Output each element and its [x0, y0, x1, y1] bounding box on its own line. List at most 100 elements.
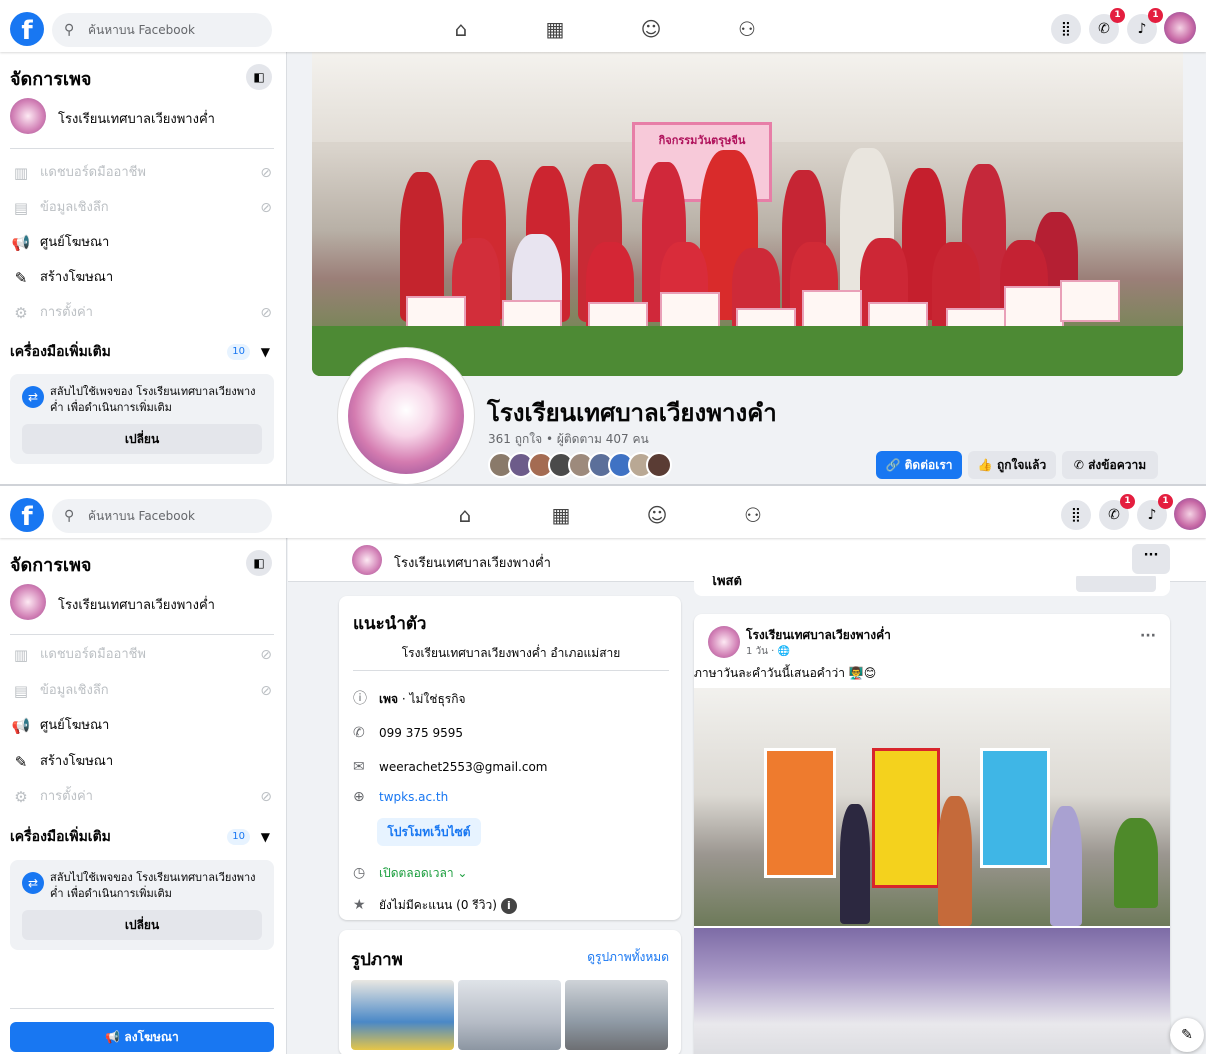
more-options-button[interactable]: ···: [1132, 544, 1170, 574]
intro-email[interactable]: weerachet2553@gmail.com: [379, 756, 547, 778]
intro-rating-row: ★ ยังไม่มีคะแนน (0 รีวิว) i: [353, 894, 517, 916]
sidebar-item-label: การตั้งค่า: [40, 305, 93, 320]
sign-board: [872, 748, 940, 888]
notifications-badge: 1: [1158, 494, 1173, 509]
divider: [10, 634, 274, 635]
photo-thumbnail[interactable]: [458, 980, 561, 1050]
post-image[interactable]: [694, 928, 1170, 1054]
sidebar-item-insights[interactable]: ▤ ข้อมูลเชิงลึก ⊘: [10, 674, 274, 708]
sidebar-item-insights[interactable]: ▤ ข้อมูลเชิงลึก ⊘: [10, 191, 274, 225]
see-all-photos-link[interactable]: ดูรูปภาพทั้งหมด: [587, 948, 669, 967]
menu-grid-icon[interactable]: ⣿: [1051, 14, 1081, 44]
cover-photo[interactable]: กิจกรรมวันตรุษจีน: [312, 52, 1183, 376]
friends-avatars[interactable]: [488, 452, 672, 478]
sidebar-item-ad-center[interactable]: 📢 ศูนย์โฆษณา: [10, 226, 274, 260]
search-input[interactable]: ⚲ ค้นหาบน Facebook: [52, 13, 272, 47]
intro-category-bold: เพจ: [379, 692, 399, 706]
post-author-avatar[interactable]: [708, 626, 740, 658]
switch-button[interactable]: เปลี่ยน: [22, 424, 262, 454]
phone-icon: ✆: [353, 725, 365, 741]
send-message-label: ส่งข้อความ: [1088, 458, 1147, 472]
sidebar-item-create-ad[interactable]: ✎ สร้างโฆษณา: [10, 745, 274, 779]
photos-card: รูปภาพ ดูรูปภาพทั้งหมด: [339, 930, 681, 1054]
contact-us-label: ติดต่อเรา: [904, 458, 953, 472]
sidebar-item-dashboard[interactable]: ▥ แดชบอร์ดมืออาชีพ ⊘: [10, 156, 274, 190]
notifications-bell-icon[interactable]: ♪ 1: [1137, 494, 1173, 530]
switch-button[interactable]: เปลี่ยน: [22, 910, 262, 940]
switch-profile-card: ⇄ สลับไปใช้เพจของ โรงเรียนเทศบาลเวียงพาง…: [10, 374, 274, 464]
facebook-logo-icon[interactable]: f: [10, 12, 44, 46]
switch-profile-icon: ⇄: [22, 872, 44, 894]
promote-website-button[interactable]: โปรโมทเว็บไซต์: [377, 818, 481, 846]
send-message-button[interactable]: ✆ ส่งข้อความ: [1062, 451, 1158, 479]
friend-avatar: [646, 452, 672, 478]
filter-button[interactable]: [1076, 576, 1156, 592]
info-icon[interactable]: i: [500, 898, 517, 914]
divider: [353, 670, 669, 671]
dashboard-icon: ▥: [13, 164, 29, 182]
dashboard-icon: ▥: [13, 646, 29, 664]
student: [840, 804, 870, 924]
more-tools-label: เครื่องมือเพิ่มเติม: [10, 829, 111, 845]
collapse-panel-icon[interactable]: ◧: [246, 550, 272, 576]
liked-label: ถูกใจแล้ว: [996, 458, 1047, 472]
messenger-icon[interactable]: ✆ 1: [1089, 8, 1125, 44]
search-input[interactable]: ⚲ ค้นหาบน Facebook: [52, 499, 272, 533]
divider: [10, 1008, 274, 1009]
groups-icon[interactable]: ☺: [642, 500, 672, 530]
more-tools-toggle[interactable]: เครื่องมือเพิ่มเติม 10 ▼: [10, 337, 274, 367]
search-placeholder: ค้นหาบน Facebook: [88, 509, 195, 523]
account-avatar[interactable]: [1174, 498, 1206, 530]
photo-thumbnail[interactable]: [351, 980, 454, 1050]
page-logo-avatar[interactable]: [352, 545, 382, 575]
post-options-button[interactable]: ···: [1140, 628, 1156, 644]
sidebar-item-ad-center[interactable]: 📢 ศูนย์โฆษณา: [10, 709, 274, 743]
sidebar-item-dashboard[interactable]: ▥ แดชบอร์ดมืออาชีพ ⊘: [10, 638, 274, 672]
account-avatar[interactable]: [1164, 12, 1196, 44]
post-caption-text: ภาษาวันละคำวันนี้เสนอคำว่า: [694, 666, 846, 680]
sidebar-item-label: ข้อมูลเชิงลึก: [40, 200, 109, 215]
sidebar-item-settings[interactable]: ⚙ การตั้งค่า ⊘: [10, 296, 274, 330]
post-author[interactable]: โรงเรียนเทศบาลเวียงพางค่ำ: [746, 626, 891, 645]
messenger-icon[interactable]: ✆ 1: [1099, 494, 1135, 530]
new-message-compose-icon[interactable]: ✎: [1170, 1018, 1204, 1052]
divider: [10, 148, 274, 149]
sidebar-item-label: สร้างโฆษณา: [40, 754, 114, 769]
more-tools-label: เครื่องมือเพิ่มเติม: [10, 344, 111, 360]
sidebar-page-name: โรงเรียนเทศบาลเวียงพางค่ำ: [58, 598, 215, 613]
sidebar-page-name: โรงเรียนเทศบาลเวียงพางค่ำ: [58, 112, 215, 127]
student: [938, 796, 972, 926]
insights-icon: ▤: [13, 682, 29, 700]
liked-button[interactable]: 👍 ถูกใจแล้ว: [968, 451, 1056, 479]
advertise-button[interactable]: 📢 ลงโฆษณา: [10, 1022, 274, 1052]
gaming-icon[interactable]: ⚇: [732, 14, 762, 44]
facebook-logo-icon[interactable]: f: [10, 498, 44, 532]
sidebar-item-label: ศูนย์โฆษณา: [40, 718, 110, 733]
cover-banner-text: กิจกรรมวันตรุษจีน: [658, 134, 746, 147]
menu-grid-icon[interactable]: ⣿: [1061, 500, 1091, 530]
intro-hours-row[interactable]: ◷ เปิดตลอดเวลา ⌄: [353, 862, 467, 884]
sidebar-item-label: แดชบอร์ดมืออาชีพ: [40, 647, 147, 662]
contact-us-button[interactable]: 🔗 ติดต่อเรา: [876, 451, 962, 479]
marketplace-icon[interactable]: ▦: [540, 14, 570, 44]
intro-website-link[interactable]: twpks.ac.th: [379, 786, 448, 808]
collapse-panel-icon[interactable]: ◧: [246, 64, 272, 90]
sidebar-item-label: แดชบอร์ดมืออาชีพ: [40, 165, 147, 180]
profile-picture[interactable]: [338, 348, 474, 484]
post-image[interactable]: [694, 688, 1170, 926]
home-icon[interactable]: ⌂: [446, 14, 476, 44]
megaphone-icon: 📢: [11, 234, 31, 252]
groups-icon[interactable]: ☺: [636, 14, 666, 44]
post-time[interactable]: 1 วัน · 🌐: [746, 644, 790, 659]
sidebar-item-create-ad[interactable]: ✎ สร้างโฆษณา: [10, 261, 274, 295]
more-tools-count: 10: [227, 344, 250, 360]
more-tools-toggle[interactable]: เครื่องมือเพิ่มเติม 10 ▼: [10, 822, 274, 852]
messenger-badge: 1: [1120, 494, 1135, 509]
sidebar-item-settings[interactable]: ⚙ การตั้งค่า ⊘: [10, 780, 274, 814]
gaming-icon[interactable]: ⚇: [738, 500, 768, 530]
photo-thumbnail[interactable]: [565, 980, 668, 1050]
home-icon[interactable]: ⌂: [450, 500, 480, 530]
notifications-bell-icon[interactable]: ♪ 1: [1127, 8, 1163, 44]
marketplace-icon[interactable]: ▦: [546, 500, 576, 530]
mail-icon: ✉: [353, 759, 365, 775]
